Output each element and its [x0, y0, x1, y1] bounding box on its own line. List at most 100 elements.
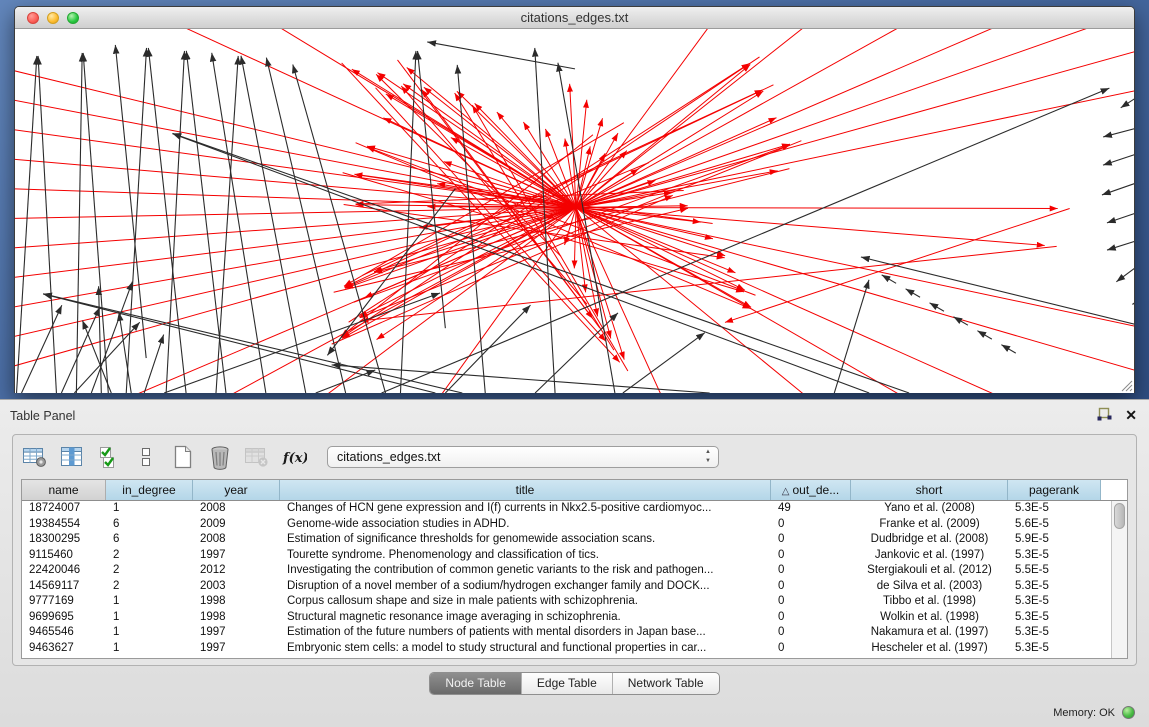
table-cell: 0	[771, 610, 851, 626]
table-cell: 1	[106, 610, 193, 626]
table-header-row: name in_degree year title △out_de... sho…	[22, 480, 1127, 501]
table-cell: Yano et al. (2008)	[851, 501, 1008, 517]
table-scrollbar[interactable]	[1111, 501, 1127, 658]
table-cell: 5.3E-5	[1008, 625, 1101, 641]
table-selector[interactable]: citations_edges.txt ▲▼	[327, 446, 719, 468]
table-cell: 0	[771, 563, 851, 579]
table-row[interactable]: 977716911998Corpus callosum shape and si…	[22, 594, 1111, 610]
table-cell: 2	[106, 579, 193, 595]
delete-icon[interactable]	[206, 444, 234, 470]
table-cell: Corpus callosum shape and size in male p…	[280, 594, 771, 610]
table-cell: 2012	[193, 563, 280, 579]
table-cell: 5.5E-5	[1008, 563, 1101, 579]
table-cell: 49	[771, 501, 851, 517]
table-cell: 5.6E-5	[1008, 517, 1101, 533]
table-cell: 0	[771, 625, 851, 641]
scrollbar-thumb[interactable]	[1114, 503, 1125, 529]
tab-node-table[interactable]: Node Table	[430, 673, 522, 694]
citation-network-graph[interactable]	[15, 29, 1134, 393]
table-cell: 0	[771, 594, 851, 610]
node-table: name in_degree year title △out_de... sho…	[21, 479, 1128, 659]
table-cell: 19384554	[22, 517, 106, 533]
function-builder-icon[interactable]: f(x)	[280, 444, 308, 470]
table-cell: Structural magnetic resonance image aver…	[280, 610, 771, 626]
table-row[interactable]: 1938455462009Genome-wide association stu…	[22, 517, 1111, 533]
table-cell: 5.9E-5	[1008, 532, 1101, 548]
table-cell: 22420046	[22, 563, 106, 579]
table-cell: Nakamura et al. (1997)	[851, 625, 1008, 641]
table-row[interactable]: 969969511998Structural magnetic resonanc…	[22, 610, 1111, 626]
table-row[interactable]: 2242004622012Investigating the contribut…	[22, 563, 1111, 579]
table-tabs: Node Table Edge Table Network Table	[0, 672, 1149, 695]
status-bar: Memory: OK	[0, 701, 1149, 727]
table-row[interactable]: 946362711997Embryonic stem cells: a mode…	[22, 641, 1111, 657]
table-cell: Estimation of significance thresholds fo…	[280, 532, 771, 548]
sort-ascending-icon: △	[782, 486, 790, 497]
network-window[interactable]: citations_edges.txt	[14, 6, 1135, 393]
window-titlebar[interactable]: citations_edges.txt	[15, 7, 1134, 29]
table-cell: Wolkin et al. (1998)	[851, 610, 1008, 626]
tab-network-table[interactable]: Network Table	[613, 673, 719, 694]
table-cell: Stergiakouli et al. (2012)	[851, 563, 1008, 579]
table-cell: 2008	[193, 501, 280, 517]
table-cell: 6	[106, 532, 193, 548]
column-header-pagerank[interactable]: pagerank	[1008, 480, 1101, 500]
table-row[interactable]: 946554611997Estimation of the future num…	[22, 625, 1111, 641]
table-cell: 0	[771, 548, 851, 564]
table-panel-title: Table Panel	[10, 409, 75, 423]
column-header-year[interactable]: year	[193, 480, 280, 500]
table-cell: 5.3E-5	[1008, 548, 1101, 564]
table-cell: 2009	[193, 517, 280, 533]
table-cell: Dudbridge et al. (2008)	[851, 532, 1008, 548]
table-cell: Tourette syndrome. Phenomenology and cla…	[280, 548, 771, 564]
table-settings-icon[interactable]	[21, 444, 49, 470]
close-panel-icon[interactable]: ✕	[1125, 408, 1137, 422]
table-panel-header: Table Panel ✕	[0, 400, 1149, 432]
table-cell: Investigating the contribution of common…	[280, 563, 771, 579]
network-view[interactable]	[15, 29, 1134, 393]
table-cell: 1997	[193, 641, 280, 657]
table-row[interactable]: 911546021997Tourette syndrome. Phenomeno…	[22, 548, 1111, 564]
table-cell: 2003	[193, 579, 280, 595]
table-cell: 1997	[193, 548, 280, 564]
table-cell: 1	[106, 594, 193, 610]
table-cell: 5.3E-5	[1008, 641, 1101, 657]
table-cell: 1	[106, 501, 193, 517]
column-header-short[interactable]: short	[851, 480, 1008, 500]
column-header-in-degree[interactable]: in_degree	[106, 480, 193, 500]
table-cell: 18300295	[22, 532, 106, 548]
column-header-name[interactable]: name	[22, 480, 106, 500]
svg-text:f(x): f(x)	[282, 451, 307, 466]
table-body: 1872400712008Changes of HCN gene express…	[22, 501, 1111, 658]
memory-ok-indicator[interactable]	[1122, 706, 1135, 719]
table-cell: 18724007	[22, 501, 106, 517]
memory-status-label: Memory: OK	[1053, 707, 1115, 719]
table-cell: Estimation of the future numbers of pati…	[280, 625, 771, 641]
new-document-icon[interactable]	[169, 444, 197, 470]
table-cell: 9115460	[22, 548, 106, 564]
table-cell: Changes of HCN gene expression and I(f) …	[280, 501, 771, 517]
column-header-title[interactable]: title	[280, 480, 771, 500]
delete-table-icon[interactable]	[243, 444, 271, 470]
table-cell: 0	[771, 517, 851, 533]
window-resize-grip[interactable]	[1120, 379, 1133, 392]
combo-arrows-icon: ▲▼	[705, 448, 711, 466]
row-selection-icon[interactable]	[95, 444, 123, 470]
table-cell: 1	[106, 641, 193, 657]
table-cell: 6	[106, 517, 193, 533]
table-cell: 1998	[193, 594, 280, 610]
tab-edge-table[interactable]: Edge Table	[522, 673, 613, 694]
table-cell: Embryonic stem cells: a model to study s…	[280, 641, 771, 657]
table-cell: 0	[771, 641, 851, 657]
table-cell: Hescheler et al. (1997)	[851, 641, 1008, 657]
column-visibility-icon[interactable]	[58, 444, 86, 470]
table-row[interactable]: 1830029562008Estimation of significance …	[22, 532, 1111, 548]
float-panel-icon[interactable]	[1096, 407, 1113, 422]
column-header-out-degree[interactable]: △out_de...	[771, 480, 851, 500]
table-cell: 9463627	[22, 641, 106, 657]
rows-icon[interactable]	[132, 444, 160, 470]
table-cell: de Silva et al. (2003)	[851, 579, 1008, 595]
table-row[interactable]: 1456911722003Disruption of a novel membe…	[22, 579, 1111, 595]
table-row[interactable]: 1872400712008Changes of HCN gene express…	[22, 501, 1111, 517]
table-toolbar: f(x) citations_edges.txt ▲▼	[21, 440, 719, 474]
